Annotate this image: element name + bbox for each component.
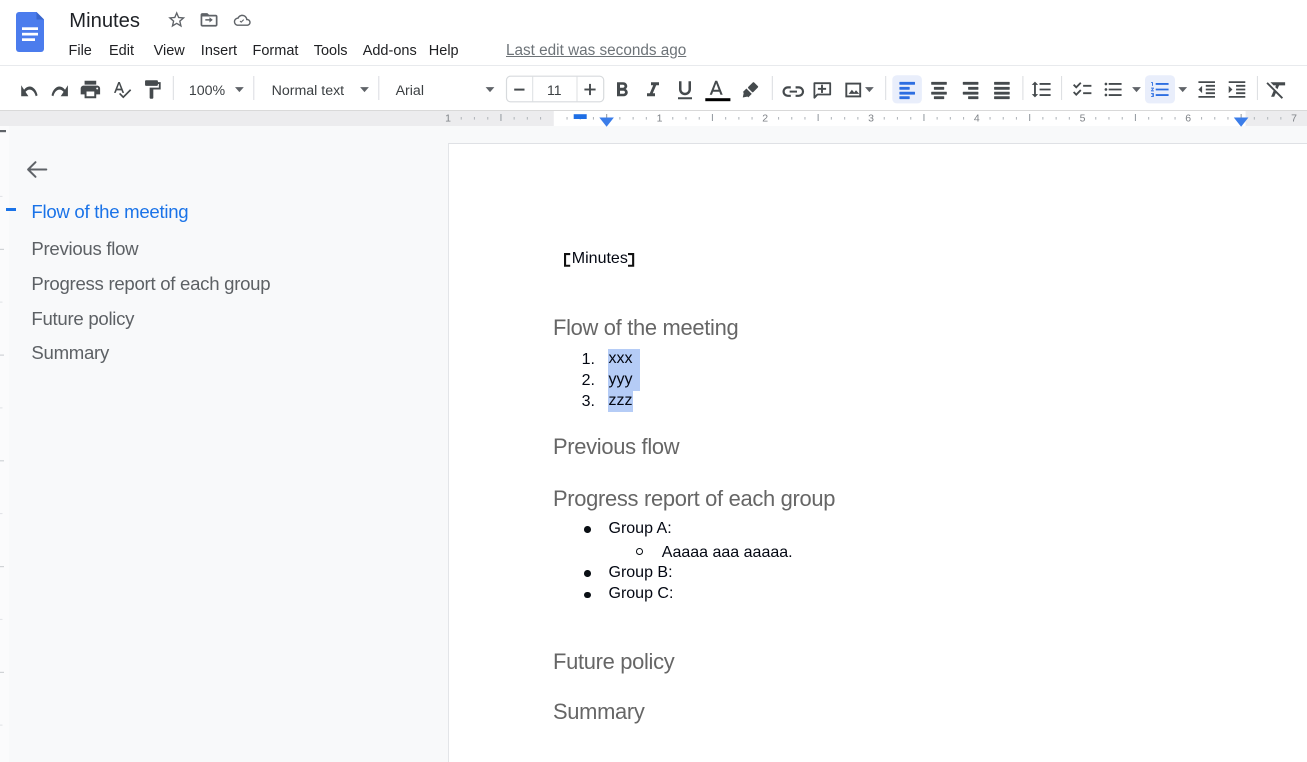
svg-text:11: 11 bbox=[547, 82, 562, 98]
svg-text:100%: 100% bbox=[189, 83, 226, 99]
svg-text:1: 1 bbox=[445, 113, 451, 125]
svg-text:1: 1 bbox=[657, 113, 663, 125]
svg-text:Normal text: Normal text bbox=[272, 83, 345, 99]
svg-text:3: 3 bbox=[868, 113, 874, 125]
svg-text:4: 4 bbox=[974, 113, 980, 125]
svg-text:2: 2 bbox=[762, 113, 768, 125]
svg-text:Arial: Arial bbox=[396, 83, 424, 99]
svg-text:6: 6 bbox=[1185, 113, 1191, 125]
svg-text:7: 7 bbox=[1291, 113, 1297, 125]
svg-text:5: 5 bbox=[1080, 113, 1086, 125]
